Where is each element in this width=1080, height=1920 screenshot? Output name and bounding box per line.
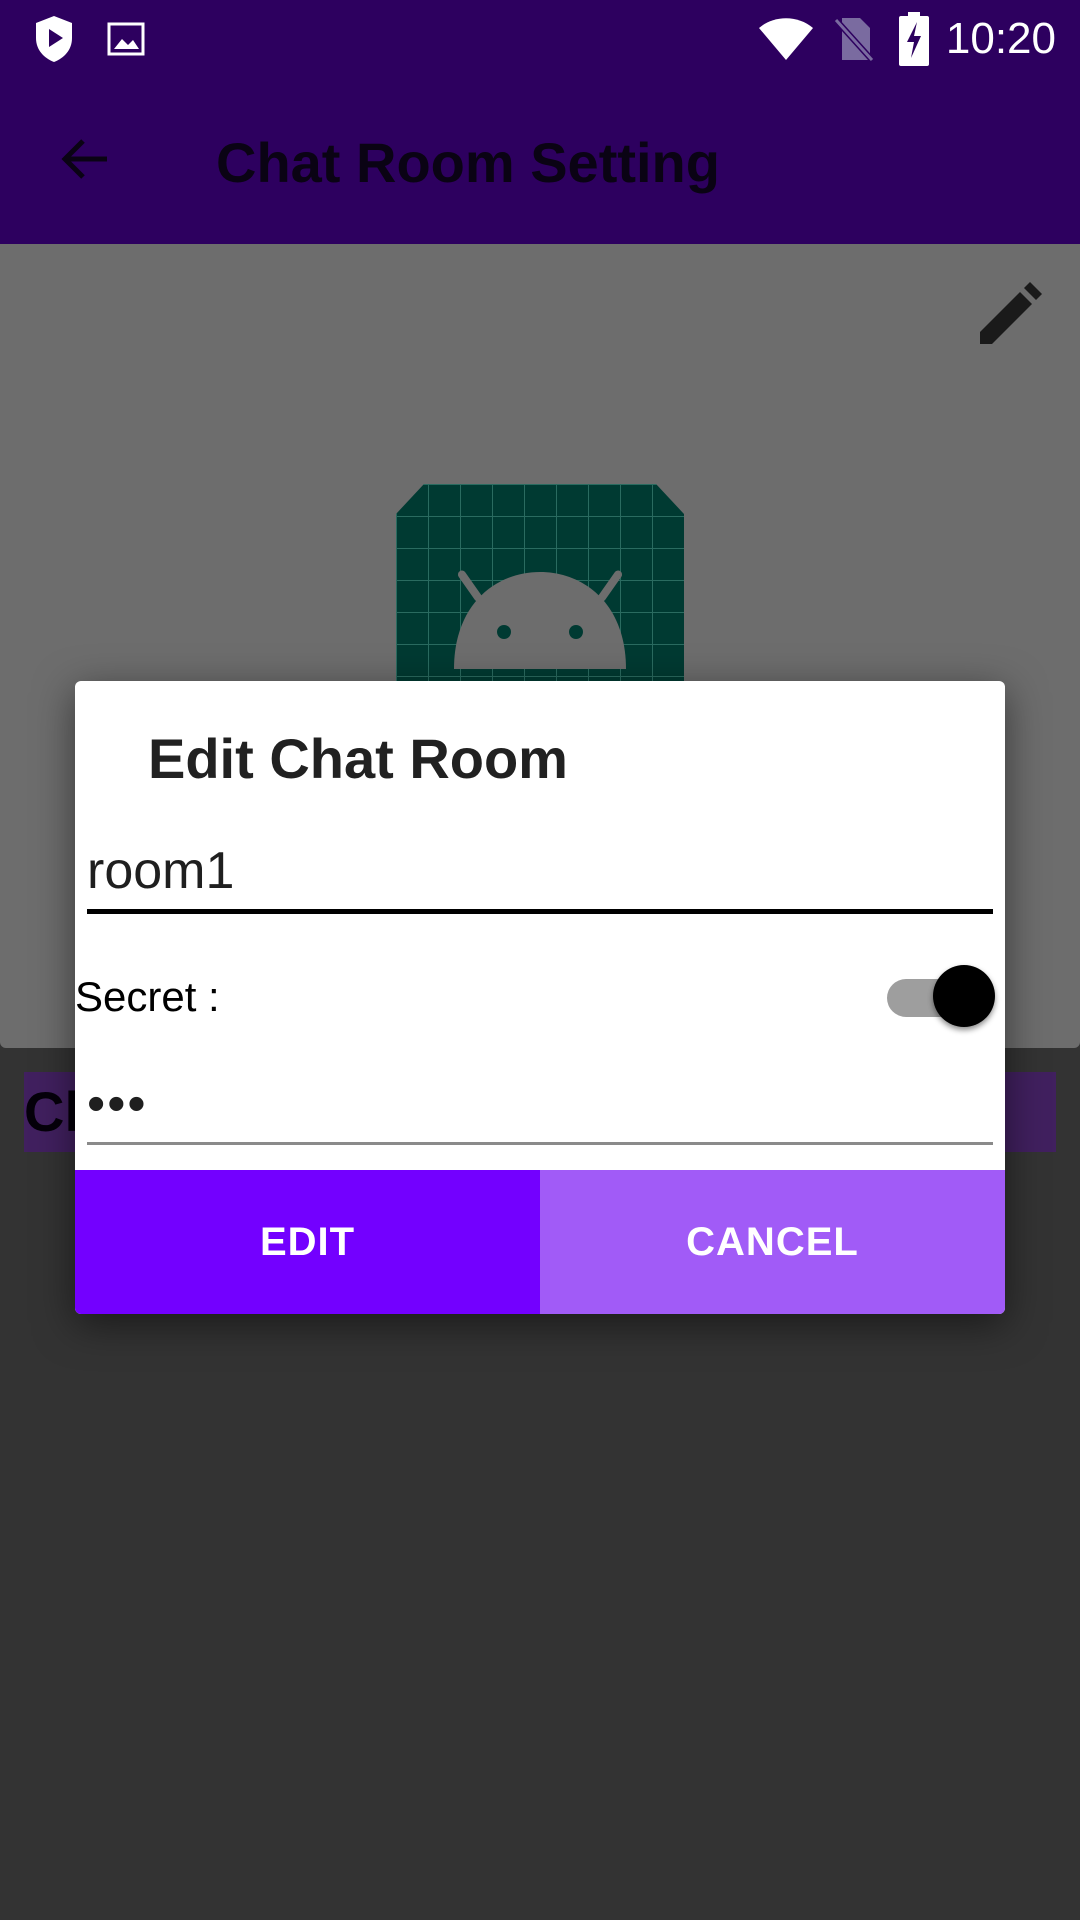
no-sim-icon xyxy=(830,14,878,64)
password-input[interactable] xyxy=(87,1066,993,1142)
status-time: 10:20 xyxy=(945,14,1056,63)
pencil-icon xyxy=(974,278,1046,355)
secret-toggle-thumb xyxy=(933,965,995,1027)
edit-button[interactable]: EDIT xyxy=(75,1170,540,1314)
edit-room-dialog: Edit Chat Room Secret : EDIT CANCEL xyxy=(75,681,1005,1314)
battery-charging-icon xyxy=(896,12,932,66)
room-name-field xyxy=(87,831,993,915)
cancel-button[interactable]: CANCEL xyxy=(540,1170,1005,1314)
room-name-input[interactable] xyxy=(87,831,993,911)
page-title: Chat Room Setting xyxy=(216,131,720,194)
arrow-back-icon xyxy=(59,135,111,188)
back-button[interactable] xyxy=(40,116,130,206)
room-name-underline xyxy=(87,909,993,914)
password-underline xyxy=(87,1142,993,1145)
secret-toggle[interactable] xyxy=(885,962,997,1032)
edit-room-button[interactable] xyxy=(968,274,1052,358)
secret-label: Secret : xyxy=(75,973,220,1020)
room-name-text: Cl xyxy=(24,1080,80,1143)
shield-play-icon xyxy=(30,14,78,64)
app-bar: Chat Room Setting xyxy=(0,78,1080,244)
image-icon xyxy=(104,14,148,64)
wifi-icon xyxy=(756,14,816,64)
status-bar: 10:20 xyxy=(0,0,1080,78)
password-field xyxy=(87,1066,993,1150)
dialog-title: Edit Chat Room xyxy=(148,727,568,790)
